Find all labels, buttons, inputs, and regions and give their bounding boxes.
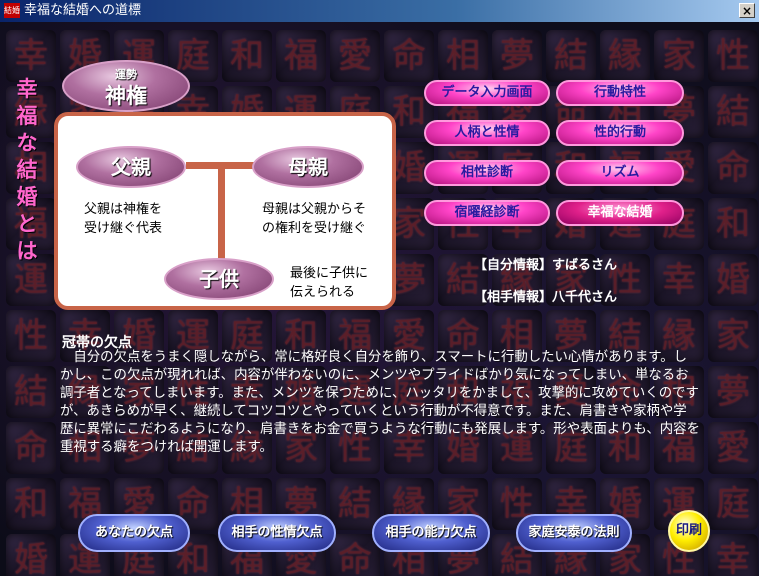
partner-info: 【相手情報】八千代さん	[474, 290, 618, 305]
background-tile: 夢	[492, 30, 542, 82]
god-right-oval: 運勢 神権	[62, 60, 190, 112]
background-tile: 相	[438, 30, 488, 82]
child-description-line2: 伝えられる	[290, 285, 356, 300]
background-tile: 婚	[708, 254, 758, 306]
father-description: 父親は神権を 受け継ぐ代表	[84, 200, 162, 238]
background-tile: 和	[222, 30, 272, 82]
background-tile: 家	[654, 30, 704, 82]
child-description-line1: 最後に子供に	[290, 266, 369, 281]
mother-oval: 母親	[252, 146, 364, 188]
background-tile: 命	[384, 30, 434, 82]
father-description-line2: 受け継ぐ代表	[84, 221, 163, 236]
your-fault-button[interactable]: あなたの欠点	[78, 514, 190, 552]
child-oval: 子供	[164, 258, 274, 300]
background-tile: 和	[708, 198, 758, 250]
behavior-traits-button[interactable]: 行動特性	[556, 80, 684, 106]
background-tile: 幸	[708, 534, 758, 576]
background-tile: 幸	[6, 30, 56, 82]
background-tile: 婚	[6, 534, 56, 576]
connector-child	[218, 166, 225, 262]
child-description: 最後に子供に 伝えられる	[290, 264, 368, 302]
background-tile: 命	[6, 422, 56, 474]
mother-description: 母親は父親からそ の権利を受け継ぐ	[262, 200, 366, 238]
rhythm-button[interactable]: リズム	[556, 160, 684, 186]
background-tile: 愛	[330, 30, 380, 82]
father-description-line1: 父親は神権を	[84, 202, 163, 217]
family-law-button[interactable]: 家庭安泰の法則	[516, 514, 632, 552]
background-tile: 夢	[708, 366, 758, 418]
close-button[interactable]: ×	[739, 3, 755, 18]
background-tile: 幸	[654, 254, 704, 306]
print-button[interactable]: 印刷	[668, 510, 710, 552]
title-bar: 結婚 幸福な結婚への道標 ×	[0, 0, 759, 22]
father-oval: 父親	[76, 146, 186, 188]
sexual-behavior-button[interactable]: 性的行動	[556, 120, 684, 146]
background-tile: 福	[276, 30, 326, 82]
background-tile: 和	[6, 478, 56, 530]
description-body: 自分の欠点をうまく隠しながら、常に格好良く自分を飾り、スマートに行動したい心情が…	[60, 350, 700, 455]
side-title: 幸福な結婚とは	[16, 77, 38, 263]
happy-marriage-button[interactable]: 幸福な結婚	[556, 200, 684, 226]
child-label: 子供	[199, 267, 239, 291]
sukuyo-button[interactable]: 宿曜経診断	[424, 200, 550, 226]
background-tile: 家	[708, 310, 758, 362]
mother-label: 母親	[288, 155, 328, 179]
personality-button[interactable]: 人柄と性情	[424, 120, 550, 146]
background-tile: 性	[708, 30, 758, 82]
mother-description-line2: の権利を受け継ぐ	[262, 221, 367, 236]
father-label: 父親	[111, 155, 151, 179]
background-tile: 結	[6, 366, 56, 418]
partner-character-fault-button[interactable]: 相手の性情欠点	[218, 514, 336, 552]
background-tile: 性	[6, 310, 56, 362]
background-tile: 結	[330, 478, 380, 530]
compatibility-button[interactable]: 相性診断	[424, 160, 550, 186]
data-entry-button[interactable]: データ入力画面	[424, 80, 550, 106]
app-icon: 結婚	[4, 3, 20, 18]
background-tile: 命	[708, 142, 758, 194]
window-title: 幸福な結婚への道標	[24, 3, 142, 18]
background-tile: 愛	[708, 422, 758, 474]
background-tile: 縁	[600, 30, 650, 82]
background-tile: 結	[546, 30, 596, 82]
god-right-label: 神権	[105, 84, 147, 108]
background-tile: 庭	[708, 478, 758, 530]
mother-description-line1: 母親は父親からそ	[262, 202, 367, 217]
partner-ability-fault-button[interactable]: 相手の能力欠点	[372, 514, 490, 552]
self-info: 【自分情報】すばるさん	[474, 258, 618, 273]
background-tile: 結	[708, 86, 758, 138]
